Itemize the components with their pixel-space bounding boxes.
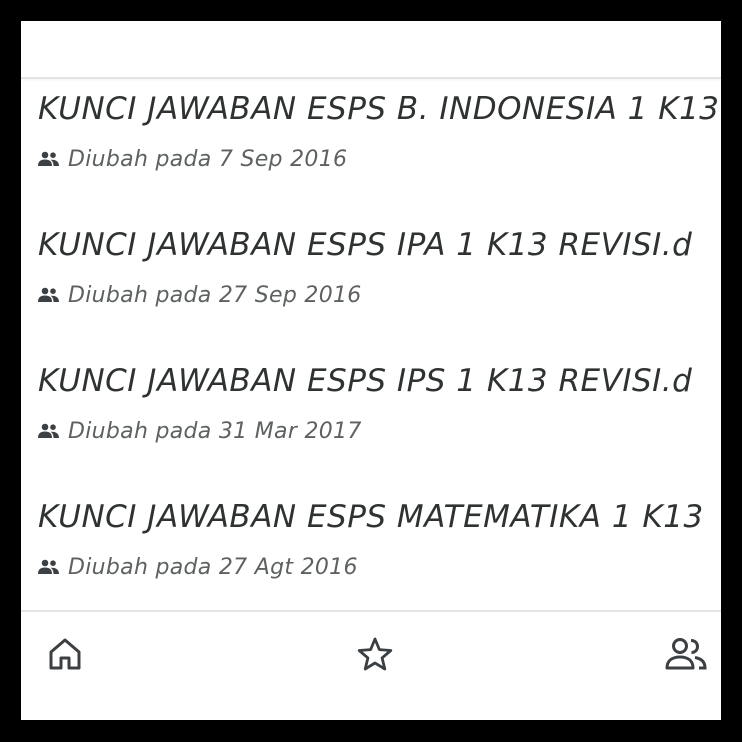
- people-icon: [38, 283, 62, 307]
- modified-date: Diubah pada 31 Mar 2017: [68, 418, 362, 444]
- modified-date: Diubah pada 27 Agt 2016: [68, 554, 358, 580]
- shared-button[interactable]: [664, 636, 708, 676]
- file-meta: Diubah pada 31 Mar 2017: [38, 417, 362, 445]
- starred-button[interactable]: [355, 636, 395, 676]
- app-screen: KUNCI JAWABAN ESPS B. INDONESIA 1 K13 Di…: [21, 21, 721, 720]
- home-button[interactable]: [45, 636, 85, 676]
- star-icon: [356, 636, 394, 676]
- top-bar: [21, 21, 721, 79]
- file-meta: Diubah pada 27 Agt 2016: [38, 553, 358, 581]
- file-row[interactable]: KUNCI JAWABAN ESPS B. INDONESIA 1 K13 Di…: [21, 79, 721, 215]
- modified-date: Diubah pada 7 Sep 2016: [68, 146, 348, 172]
- people-icon: [38, 555, 62, 579]
- file-row[interactable]: KUNCI JAWABAN ESPS IPS 1 K13 REVISI.d Di…: [21, 351, 721, 487]
- home-icon: [47, 636, 83, 676]
- file-list: KUNCI JAWABAN ESPS B. INDONESIA 1 K13 Di…: [21, 79, 721, 609]
- modified-date: Diubah pada 27 Sep 2016: [68, 282, 362, 308]
- bottom-navigation: [21, 610, 721, 720]
- people-icon: [38, 419, 62, 443]
- file-row[interactable]: KUNCI JAWABAN ESPS MATEMATIKA 1 K13 Diub…: [21, 487, 721, 609]
- file-meta: Diubah pada 7 Sep 2016: [38, 145, 347, 173]
- people-icon: [38, 147, 62, 171]
- file-title: KUNCI JAWABAN ESPS MATEMATIKA 1 K13: [38, 499, 704, 535]
- file-row[interactable]: KUNCI JAWABAN ESPS IPA 1 K13 REVISI.d Di…: [21, 215, 721, 351]
- file-title: KUNCI JAWABAN ESPS IPA 1 K13 REVISI.d: [38, 227, 693, 263]
- shared-icon: [664, 636, 708, 676]
- file-title: KUNCI JAWABAN ESPS B. INDONESIA 1 K13: [38, 91, 720, 127]
- file-title: KUNCI JAWABAN ESPS IPS 1 K13 REVISI.d: [38, 363, 693, 399]
- screen-edge: [734, 0, 742, 742]
- file-meta: Diubah pada 27 Sep 2016: [38, 281, 362, 309]
